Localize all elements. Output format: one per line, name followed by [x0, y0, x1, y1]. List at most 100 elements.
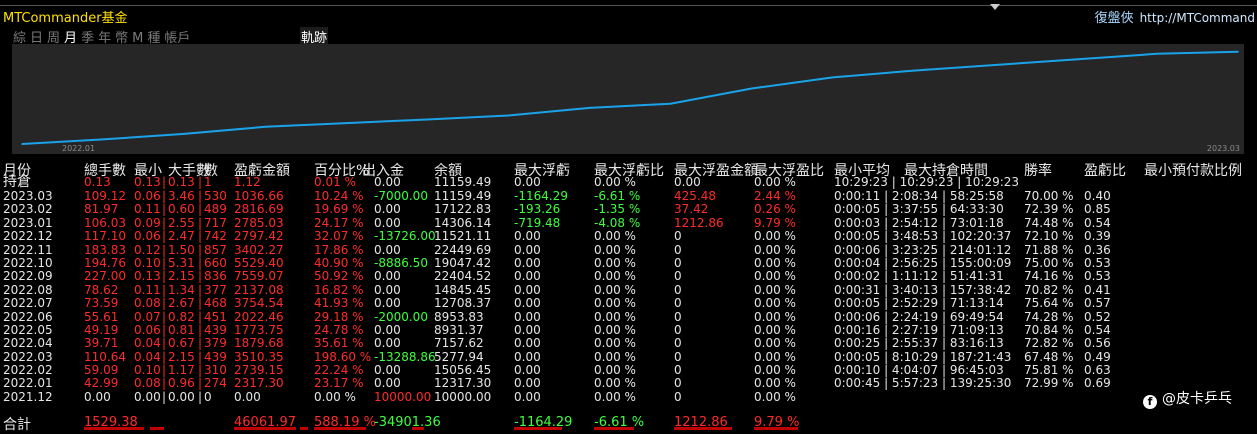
- cell-min: 0.00: [134, 389, 161, 404]
- brand: 復盤俠 http://MTCommand: [1095, 7, 1255, 26]
- cell-lots: 0.00: [84, 389, 111, 404]
- cell-separator: |: [162, 296, 167, 311]
- cell-float_loss_pct: 0.00 %: [594, 363, 636, 378]
- cell-lots: 110.64: [84, 349, 126, 364]
- table-row[interactable]: 2022.11 183.83 0.12 | 1.50 | 857 3402.27 17.86 %…: [0, 242, 1257, 257]
- cell-float_loss: 0.00: [514, 309, 541, 324]
- cell-float_gain_pct: 0.00 %: [754, 363, 796, 378]
- cell-min: 0.10: [134, 255, 161, 270]
- cell-min: 0.12: [134, 242, 161, 257]
- cell-separator: |: [198, 215, 203, 230]
- cell-pnl: 3754.54: [234, 296, 284, 311]
- cell-max: 3.46: [168, 189, 195, 203]
- table-row[interactable]: 2022.09 227.00 0.13 | 2.15 | 836 7559.07 50.92 %…: [0, 269, 1257, 284]
- cell-win: 72.39 %: [1024, 202, 1074, 217]
- table-row[interactable]: 2022.06 55.61 0.07 | 0.82 | 451 2022.46 29.18 % -…: [0, 309, 1257, 324]
- cell-win: 67.48 %: [1024, 349, 1074, 364]
- cell-separator: |: [162, 376, 167, 391]
- cell-count: 468: [204, 296, 227, 311]
- table-row[interactable]: 2022.07 73.59 0.08 | 2.67 | 468 3754.54 41.93 % 0…: [0, 296, 1257, 311]
- cell-count: 742: [204, 229, 227, 244]
- cell-float_gain_pct: 0.00 %: [754, 376, 796, 391]
- table-row[interactable]: 2022.08 78.62 0.11 | 1.34 | 377 2137.08 16.82 % 0…: [0, 282, 1257, 297]
- table-row[interactable]: 2022.01 42.99 0.08 | 0.96 | 274 2317.30 23.17 % 0…: [0, 376, 1257, 391]
- cell-max: 0.60: [168, 202, 195, 217]
- cell-pnl: 2317.30: [234, 376, 284, 391]
- cell-float_gain: 0: [674, 389, 682, 404]
- cell-count: 379: [204, 336, 227, 351]
- cell-time: 0:00:10 | 4:04:07 | 96:45:03: [834, 363, 1004, 378]
- cell-count: 377: [204, 282, 227, 297]
- table-row[interactable]: 2023.02 81.97 0.11 | 0.60 | 489 2816.69 19.69 % 0…: [0, 202, 1257, 217]
- balance-point-2021.12: [21, 143, 23, 145]
- table-row[interactable]: 2022.10 194.76 0.10 | 5.31 | 660 5529.40 40.90 %…: [0, 255, 1257, 270]
- brand-url[interactable]: http://MTCommand: [1140, 11, 1255, 25]
- cell-float_loss: -719.48: [514, 215, 561, 230]
- cell-balance: 14306.14: [434, 215, 492, 230]
- cell-pnl: 3402.27: [234, 242, 284, 257]
- cell-separator: |: [198, 282, 203, 297]
- cell-month: 2022.05: [3, 322, 53, 337]
- cell-pct: 198.60 %: [314, 349, 372, 364]
- cell-min: 0.06: [134, 229, 161, 244]
- top-divider: [0, 5, 1257, 6]
- balance-line: [21, 50, 1239, 145]
- cell-pnl: 2739.15: [234, 363, 284, 378]
- balance-point-2023.03: [1237, 50, 1239, 53]
- cell-pct: 17.86 %: [314, 242, 364, 257]
- table-row[interactable]: 2023.03 109.12 0.06 | 3.46 | 530 1036.66 10.24 %…: [0, 189, 1257, 203]
- cell-pct: 24.78 %: [314, 322, 364, 337]
- cell-lots: 42.99: [84, 376, 119, 391]
- cell-float_loss_pct: 0.00 %: [594, 255, 636, 270]
- cell-max: 5.31: [168, 255, 195, 270]
- cell-max: 0.13: [168, 175, 195, 189]
- table-row[interactable]: 2021.12 0.00 0.00 | 0.00 | 0 0.00 0.00 % 10000.00…: [0, 389, 1257, 404]
- cell-float_gain: 0: [674, 242, 682, 257]
- cell-win: 75.00 %: [1024, 255, 1074, 270]
- cell-win: 70.82 %: [1024, 282, 1074, 297]
- table-row[interactable]: 2022.12 117.10 0.06 | 2.47 | 742 2797.42 32.07 %…: [0, 229, 1257, 244]
- cell-separator: |: [198, 255, 203, 270]
- cell-lots: 59.09: [84, 363, 119, 378]
- cell-ratio: 0.52: [1084, 309, 1111, 324]
- cell-max: 1.50: [168, 242, 195, 257]
- table-row[interactable]: 2022.04 39.71 0.04 | 0.67 | 379 1879.68 35.61 % 0…: [0, 336, 1257, 351]
- cell-float_loss: 0.00: [514, 296, 541, 311]
- cell-float_loss_pct: 0.00 %: [594, 282, 636, 297]
- cell-ratio: 0.56: [1084, 336, 1111, 351]
- cell-float_loss: 0.00: [514, 349, 541, 364]
- cell-flow: 0.00: [374, 296, 401, 311]
- cell-month: 2023.02: [3, 202, 53, 217]
- balance-point-2022.11: [912, 69, 915, 72]
- cell-separator: |: [198, 349, 203, 364]
- cell-time: 0:00:02 | 1:11:12 | 51:41:31: [834, 269, 1004, 284]
- cell-pct: 22.24 %: [314, 363, 364, 378]
- cell-pnl: 1773.75: [234, 322, 284, 337]
- cell-lots: 78.62: [84, 282, 119, 297]
- cell-float_gain_pct: 0.00 %: [754, 309, 796, 324]
- dropdown-triangle-icon[interactable]: [990, 4, 1000, 10]
- cell-float_loss_pct: -4.08 %: [594, 215, 641, 230]
- cell-lots: 0.13: [84, 175, 111, 189]
- table-row[interactable]: 2022.05 49.19 0.06 | 0.81 | 439 1773.75 24.78 % 0…: [0, 322, 1257, 337]
- cell-win: 74.16 %: [1024, 269, 1074, 284]
- cell-balance: 17122.83: [434, 202, 492, 217]
- cell-flow: -13288.86: [374, 349, 436, 364]
- cell-pct: 50.92 %: [314, 269, 364, 284]
- open-position-row[interactable]: 持倉 0.13 0.13 | 0.13 | 1 1.12 0.01 % 0.00 11159.49 0…: [0, 175, 1257, 190]
- cell-flow: 0.00: [374, 376, 401, 391]
- cell-time: 0:00:03 | 2:54:12 | 73:01:18: [834, 215, 1004, 230]
- cell-float_gain: 0: [674, 376, 682, 391]
- table-row[interactable]: 2023.01 106.03 0.09 | 2.55 | 717 2785.03 24.17 %…: [0, 215, 1257, 230]
- cell-separator: |: [162, 215, 167, 230]
- cell-max: 0.82: [168, 309, 195, 324]
- cell-float_gain_pct: 9.79 %: [754, 215, 796, 230]
- table-row[interactable]: 2022.02 59.09 0.10 | 1.17 | 310 2739.15 22.24 % 0…: [0, 363, 1257, 378]
- cell-balance: 22449.69: [434, 242, 492, 257]
- cell-balance: 14845.45: [434, 282, 492, 297]
- table-row[interactable]: 2022.03 110.64 0.04 | 2.15 | 439 3510.35 198.60 …: [0, 349, 1257, 364]
- cell-separator: |: [198, 189, 203, 203]
- cell-float_gain: 0: [674, 363, 682, 378]
- cell-separator: |: [162, 242, 167, 257]
- table-header: 月份 總手數 最小 大手數數盈虧金額 百分比% 出入金 余額 最大浮虧 最大浮虧比 最大浮盈金額最…: [0, 160, 1257, 179]
